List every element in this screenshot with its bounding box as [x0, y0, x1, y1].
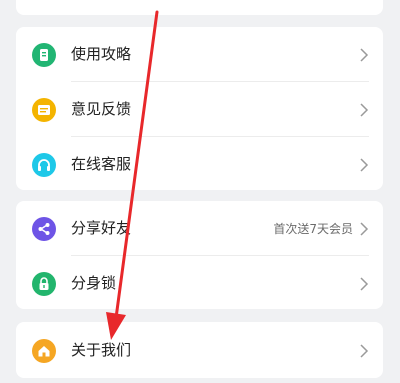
feedback-icon	[32, 98, 56, 122]
menu-item-label: 分身锁	[71, 274, 117, 292]
promo-text: 首次送7天会员	[273, 222, 353, 236]
chevron-right-icon	[357, 47, 371, 62]
menu-item-label: 在线客服	[71, 155, 132, 173]
menu-item-share[interactable]: 分享好友 首次送7天会员	[16, 201, 383, 255]
menu-group-share: 分享好友 首次送7天会员 分身锁	[16, 201, 383, 309]
guide-icon	[32, 43, 56, 67]
menu-item-feedback[interactable]: 意见反馈	[16, 82, 383, 136]
menu-item-label: 意见反馈	[71, 100, 132, 118]
menu-group-help: 使用攻略 意见反馈 在线客服	[16, 27, 383, 190]
home-icon	[32, 339, 56, 363]
menu-group-about: 关于我们	[16, 322, 383, 378]
lock-icon	[32, 272, 56, 296]
top-card-partial	[16, 0, 383, 15]
chevron-right-icon	[357, 157, 371, 172]
chevron-right-icon	[357, 102, 371, 117]
chevron-right-icon	[357, 343, 371, 358]
menu-item-label: 分享好友	[71, 219, 132, 237]
share-icon	[32, 217, 56, 241]
menu-item-about[interactable]: 关于我们	[16, 323, 383, 377]
menu-item-guide[interactable]: 使用攻略	[16, 27, 383, 81]
menu-item-service[interactable]: 在线客服	[16, 137, 383, 191]
menu-item-label: 使用攻略	[71, 45, 132, 63]
menu-item-clone-lock[interactable]: 分身锁	[16, 256, 383, 310]
chevron-right-icon	[357, 221, 371, 236]
chevron-right-icon	[357, 276, 371, 291]
menu-item-label: 关于我们	[71, 341, 132, 359]
headset-icon	[32, 153, 56, 177]
